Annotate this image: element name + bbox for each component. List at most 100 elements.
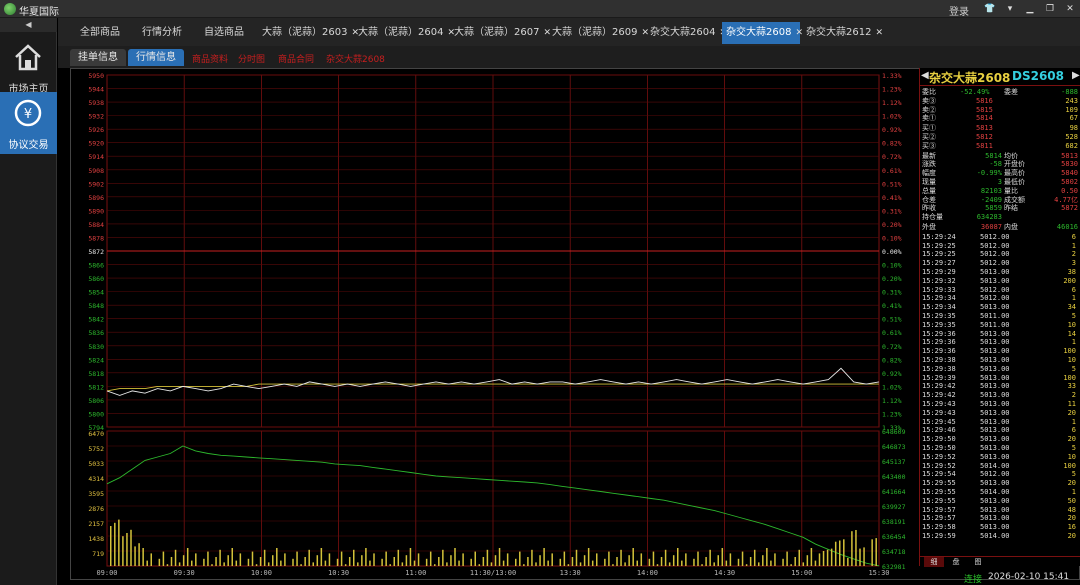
price: 5013.00 <box>980 364 1010 373</box>
volume-bar <box>158 558 161 566</box>
link-current-product[interactable]: 杂交大蒜2608 <box>326 52 385 65</box>
volume: 5 <box>1071 444 1076 452</box>
tab-7[interactable]: 大蒜（泥蒜）2609 ✕ <box>548 22 649 44</box>
price: 5014.00 <box>980 488 1010 496</box>
time-tick-label: 15:00 <box>791 569 812 577</box>
price-tick-label: 5812 <box>88 383 104 391</box>
time: 15:29:25 <box>922 250 956 259</box>
volume-bar <box>413 560 416 566</box>
pct-tick-label: 0.31% <box>882 207 902 215</box>
time: 15:29:43 <box>922 400 956 408</box>
volume: 100 <box>1063 461 1076 470</box>
volume-bar <box>178 562 181 566</box>
tab-label: 自选商品 <box>204 27 244 38</box>
trade-tick-row: 15:29:43 5013.00 20 <box>920 409 1080 417</box>
tab-order-info[interactable]: 挂单信息 <box>70 49 126 66</box>
tab-10[interactable]: 杂交大蒜2612 ✕ <box>802 22 883 44</box>
minimize-icon[interactable]: ▁ <box>1024 3 1036 15</box>
volume-bar <box>235 560 238 566</box>
volume-bar <box>255 564 258 566</box>
volume-bar <box>567 564 570 566</box>
volume: 5 <box>1071 364 1076 373</box>
stat-row: 总量 82103 量比 0.50 <box>920 187 1080 195</box>
time: 15:29:36 <box>922 329 956 338</box>
tab-5[interactable]: 大蒜（泥蒜）2604 ✕ <box>354 22 455 44</box>
tab-9[interactable]: 杂交大蒜2608 ✕ <box>722 22 803 44</box>
quote-tab-2[interactable]: 盘 <box>946 557 966 567</box>
price-tick-label: 5830 <box>88 343 104 351</box>
next-arrow-icon[interactable]: ▶ <box>1072 70 1080 81</box>
time: 15:29:25 <box>922 241 956 250</box>
trade-tick-row: 15:29:32 5013.00 200 <box>920 277 1080 285</box>
volume-bar <box>280 560 282 566</box>
pct-tick-label: 0.00% <box>882 248 902 256</box>
value: 5872 <box>1061 204 1078 213</box>
volume-bar <box>859 548 861 566</box>
volume-bar <box>385 551 387 566</box>
tab-8[interactable]: 杂交大蒜2604✕ <box>646 22 727 44</box>
value: -0.99% <box>976 169 1002 178</box>
volume: 6 <box>1071 232 1076 241</box>
volume-bar <box>551 553 553 566</box>
volume: 50 <box>1067 496 1076 505</box>
link-product-contract[interactable]: 商品合同 <box>278 52 314 65</box>
time: 15:29:36 <box>922 338 956 347</box>
sidebar-item-protocol-trade[interactable]: ¥ 协议交易 <box>0 92 57 154</box>
pct-tick-label: 0.61% <box>882 167 902 175</box>
pct-tick-label: 1.33% <box>882 72 902 80</box>
volume-bar <box>596 553 598 566</box>
stat-row: 幅度 -0.99% 最高价 5840 <box>920 169 1080 177</box>
shirt-icon[interactable]: 👕 <box>984 3 996 15</box>
prev-arrow-icon[interactable]: ◀ <box>921 70 929 81</box>
trade-tick-row: 15:29:43 5013.00 11 <box>920 400 1080 408</box>
volume: 10 <box>1067 452 1076 461</box>
volume-bar <box>203 558 205 566</box>
tab-3[interactable]: 自选商品 <box>200 22 256 44</box>
link-product-info[interactable]: 商品资料 <box>192 52 228 65</box>
volume-bar <box>583 555 586 566</box>
quote-tab-3[interactable]: 图 <box>968 557 988 567</box>
volume-bar <box>118 519 120 566</box>
volume-bar <box>397 549 400 566</box>
volume-bar <box>575 549 578 566</box>
volume-bar <box>506 553 509 566</box>
volume-bar <box>814 560 817 566</box>
link-timeshare-chart[interactable]: 分时图 <box>238 52 265 65</box>
price-tick-label: 5938 <box>88 99 104 107</box>
trade-tick-row: 15:29:57 5013.00 48 <box>920 506 1080 514</box>
volume-bar <box>284 553 286 566</box>
bid-row: 买③ 5811 682 <box>920 142 1080 150</box>
trade-tick-row: 15:29:35 5011.00 5 <box>920 312 1080 320</box>
tab-label: 杂交大蒜2604 <box>650 27 716 38</box>
time-tick-label: 09:30 <box>174 569 195 577</box>
volume-bar <box>454 548 456 566</box>
timeshare-chart[interactable]: 09:00 09:30 10:00 10:30 11:00 11:30/13:00 13:3… <box>71 69 919 579</box>
volume-bar <box>652 551 655 566</box>
menu-dropdown-icon[interactable]: ▾ <box>1004 3 1016 15</box>
volume-bar <box>790 564 792 566</box>
tab-close-icon[interactable]: ✕ <box>875 28 883 38</box>
volume: 48 <box>1067 505 1076 514</box>
sidebar-item-market-home[interactable]: 市场主页 <box>0 38 57 98</box>
tab-4[interactable]: 大蒜（泥蒜）2603 ✕ <box>258 22 359 44</box>
login-link[interactable]: 登录 <box>949 3 969 18</box>
price: 5013.00 <box>980 408 1010 417</box>
volume-bar <box>604 558 606 566</box>
volume-bar <box>312 562 314 566</box>
volume-tick-label: 3595 <box>88 490 104 498</box>
tab-quote-info[interactable]: 行情信息 <box>128 49 184 66</box>
price-tick-label: 5920 <box>88 140 104 148</box>
value: 4.77亿 <box>1054 195 1078 204</box>
sidebar-collapse-button[interactable]: ◀ <box>0 18 57 32</box>
price-tick-label: 5890 <box>88 207 104 215</box>
quote-tab-1[interactable]: 细 <box>924 557 944 567</box>
close-icon[interactable]: ✕ <box>1064 3 1076 15</box>
volume-bar <box>660 557 663 566</box>
restore-icon[interactable]: ❐ <box>1044 3 1056 15</box>
tab-1[interactable]: 全部商品 <box>76 22 136 44</box>
volume-bar <box>693 558 695 566</box>
price-tick-label: 5872 <box>88 248 104 256</box>
volume-bar <box>830 548 833 566</box>
tab-2[interactable]: 行情分析 <box>138 22 198 44</box>
tab-6[interactable]: 大蒜（泥蒜）2607 ✕ <box>450 22 551 44</box>
